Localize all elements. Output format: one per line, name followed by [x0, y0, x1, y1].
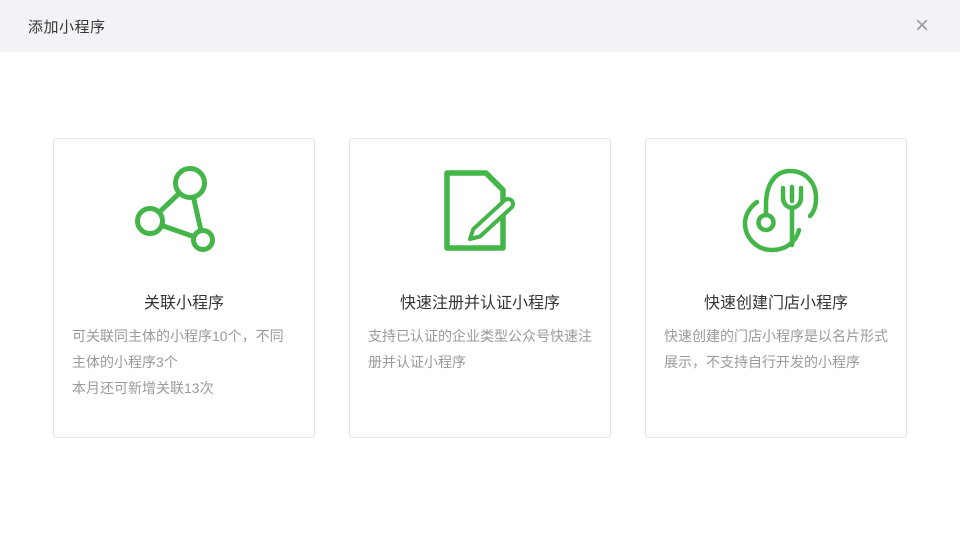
store-fork-icon: [646, 161, 906, 261]
card-title: 关联小程序: [54, 289, 314, 313]
dialog-header: 添加小程序 ×: [0, 0, 960, 52]
dialog-title: 添加小程序: [28, 16, 106, 37]
document-pen-icon: [350, 161, 610, 261]
close-icon[interactable]: ×: [904, 0, 940, 52]
card-description: 可关联同主体的小程序10个，不同主体的小程序3个 本月还可新增关联13次: [54, 323, 314, 401]
card-description-line: 本月还可新增关联13次: [72, 375, 296, 401]
card-description-line: 支持已认证的企业类型公众号快速注册并认证小程序: [368, 323, 592, 375]
card-list: 关联小程序 可关联同主体的小程序10个，不同主体的小程序3个 本月还可新增关联1…: [0, 138, 960, 438]
card-description: 支持已认证的企业类型公众号快速注册并认证小程序: [350, 323, 610, 375]
network-nodes-icon: [54, 161, 314, 261]
card-title: 快速创建门店小程序: [646, 289, 906, 313]
add-miniprogram-dialog: 添加小程序 × 关联小程序 可关联同主体的小程序10个，不同主体的小程序3个 本…: [0, 0, 960, 548]
card-description: 快速创建的门店小程序是以名片形式展示，不支持自行开发的小程序: [646, 323, 906, 375]
card-title: 快速注册并认证小程序: [350, 289, 610, 313]
card-store-miniprogram[interactable]: 快速创建门店小程序 快速创建的门店小程序是以名片形式展示，不支持自行开发的小程序: [645, 138, 907, 438]
card-description-line: 快速创建的门店小程序是以名片形式展示，不支持自行开发的小程序: [664, 323, 888, 375]
card-register-miniprogram[interactable]: 快速注册并认证小程序 支持已认证的企业类型公众号快速注册并认证小程序: [349, 138, 611, 438]
card-description-line: 可关联同主体的小程序10个，不同主体的小程序3个: [72, 323, 296, 375]
card-link-miniprogram[interactable]: 关联小程序 可关联同主体的小程序10个，不同主体的小程序3个 本月还可新增关联1…: [53, 138, 315, 438]
